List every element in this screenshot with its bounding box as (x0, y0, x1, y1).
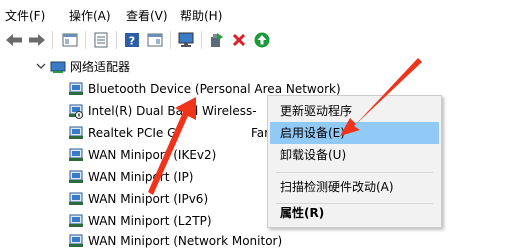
view-icon[interactable] (145, 30, 165, 50)
tree-item-label: WAN Miniport (IPv6) (88, 192, 209, 206)
menu-item-label: 卸载设备(U) (280, 148, 347, 162)
tree-item-label: WAN Miniport (L2TP) (88, 214, 212, 228)
update-driver-icon[interactable] (206, 30, 226, 50)
toolbar-separator (201, 31, 202, 49)
tree-item-selected[interactable]: Intel(R) Dual Band Wireless- (68, 100, 268, 122)
network-card-icon (69, 234, 83, 247)
enable-device-icon[interactable] (252, 30, 272, 50)
network-card-icon (69, 192, 83, 205)
network-card-icon (69, 214, 83, 227)
menu-file[interactable]: 文件(F) (5, 7, 45, 24)
menu-scan-hardware[interactable]: 扫描检测硬件改动(A) (270, 176, 439, 198)
tree-root-label: 网络适配器 (70, 60, 131, 74)
help-icon[interactable]: ? (122, 30, 142, 50)
list-icon[interactable] (91, 30, 111, 50)
uninstall-x-icon[interactable] (229, 30, 249, 50)
tree-item-label: Intel(R) Dual Band Wireless- (88, 104, 257, 118)
chevron-down-icon[interactable] (36, 61, 46, 71)
toolbar: ? (0, 27, 515, 54)
tree-item-label: Realtek PCIe G (88, 126, 177, 140)
menu-action[interactable]: 操作(A) (69, 7, 111, 24)
menu-view[interactable]: 查看(V) (126, 7, 168, 24)
properties-icon[interactable] (60, 30, 80, 50)
tree-item-label: WAN Miniport (IP) (88, 170, 194, 184)
menu-uninstall-device[interactable]: 卸载设备(U) (270, 144, 439, 166)
menu-item-label: 属性(R) (280, 206, 325, 220)
context-menu: 更新驱动程序 启用设备(E) 卸载设备(U) 扫描检测硬件改动(A) 属性(R) (267, 95, 442, 228)
tree-item[interactable]: WAN Miniport (IPv6) (68, 188, 268, 210)
tree-item[interactable]: Realtek PCIe G Family Co (68, 122, 309, 144)
network-card-icon (69, 170, 83, 183)
toolbar-separator (52, 31, 53, 49)
network-card-icon (69, 82, 83, 95)
forward-arrow-icon[interactable] (27, 30, 47, 50)
menu-item-label: 扫描检测硬件改动(A) (280, 180, 394, 194)
toolbar-separator (170, 31, 171, 49)
network-adapter-icon (50, 61, 66, 73)
network-card-icon (69, 148, 83, 161)
menu-enable-device[interactable]: 启用设备(E) (270, 122, 439, 144)
monitor-icon[interactable] (176, 30, 196, 50)
menu-update-driver[interactable]: 更新驱动程序 (270, 100, 439, 122)
network-card-disabled-icon (69, 104, 83, 119)
toolbar-separator (116, 31, 117, 49)
tree-item-label: WAN Miniport (IKEv2) (88, 148, 217, 162)
back-arrow-icon[interactable] (4, 30, 24, 50)
menu-properties[interactable]: 属性(R) (270, 202, 439, 224)
menu-help[interactable]: 帮助(H) (180, 7, 222, 24)
menu-bar: 文件(F) 操作(A) 查看(V) 帮助(H) (0, 0, 515, 27)
tree-root-network-adapters[interactable]: 网络适配器 (50, 56, 310, 78)
menu-separator (276, 172, 433, 173)
network-card-icon (69, 126, 83, 139)
tree-item[interactable]: WAN Miniport (Network Monitor) (68, 230, 348, 252)
tree-item[interactable]: WAN Miniport (IP) (68, 166, 268, 188)
menu-item-label: 启用设备(E) (280, 126, 345, 140)
toolbar-separator (85, 31, 86, 49)
tree-item-label: WAN Miniport (Network Monitor) (88, 234, 283, 248)
menu-item-label: 更新驱动程序 (280, 104, 353, 118)
tree-item[interactable]: WAN Miniport (IKEv2) (68, 144, 268, 166)
tree-item[interactable]: WAN Miniport (L2TP) (68, 210, 268, 232)
svg-text:?: ? (129, 35, 135, 48)
